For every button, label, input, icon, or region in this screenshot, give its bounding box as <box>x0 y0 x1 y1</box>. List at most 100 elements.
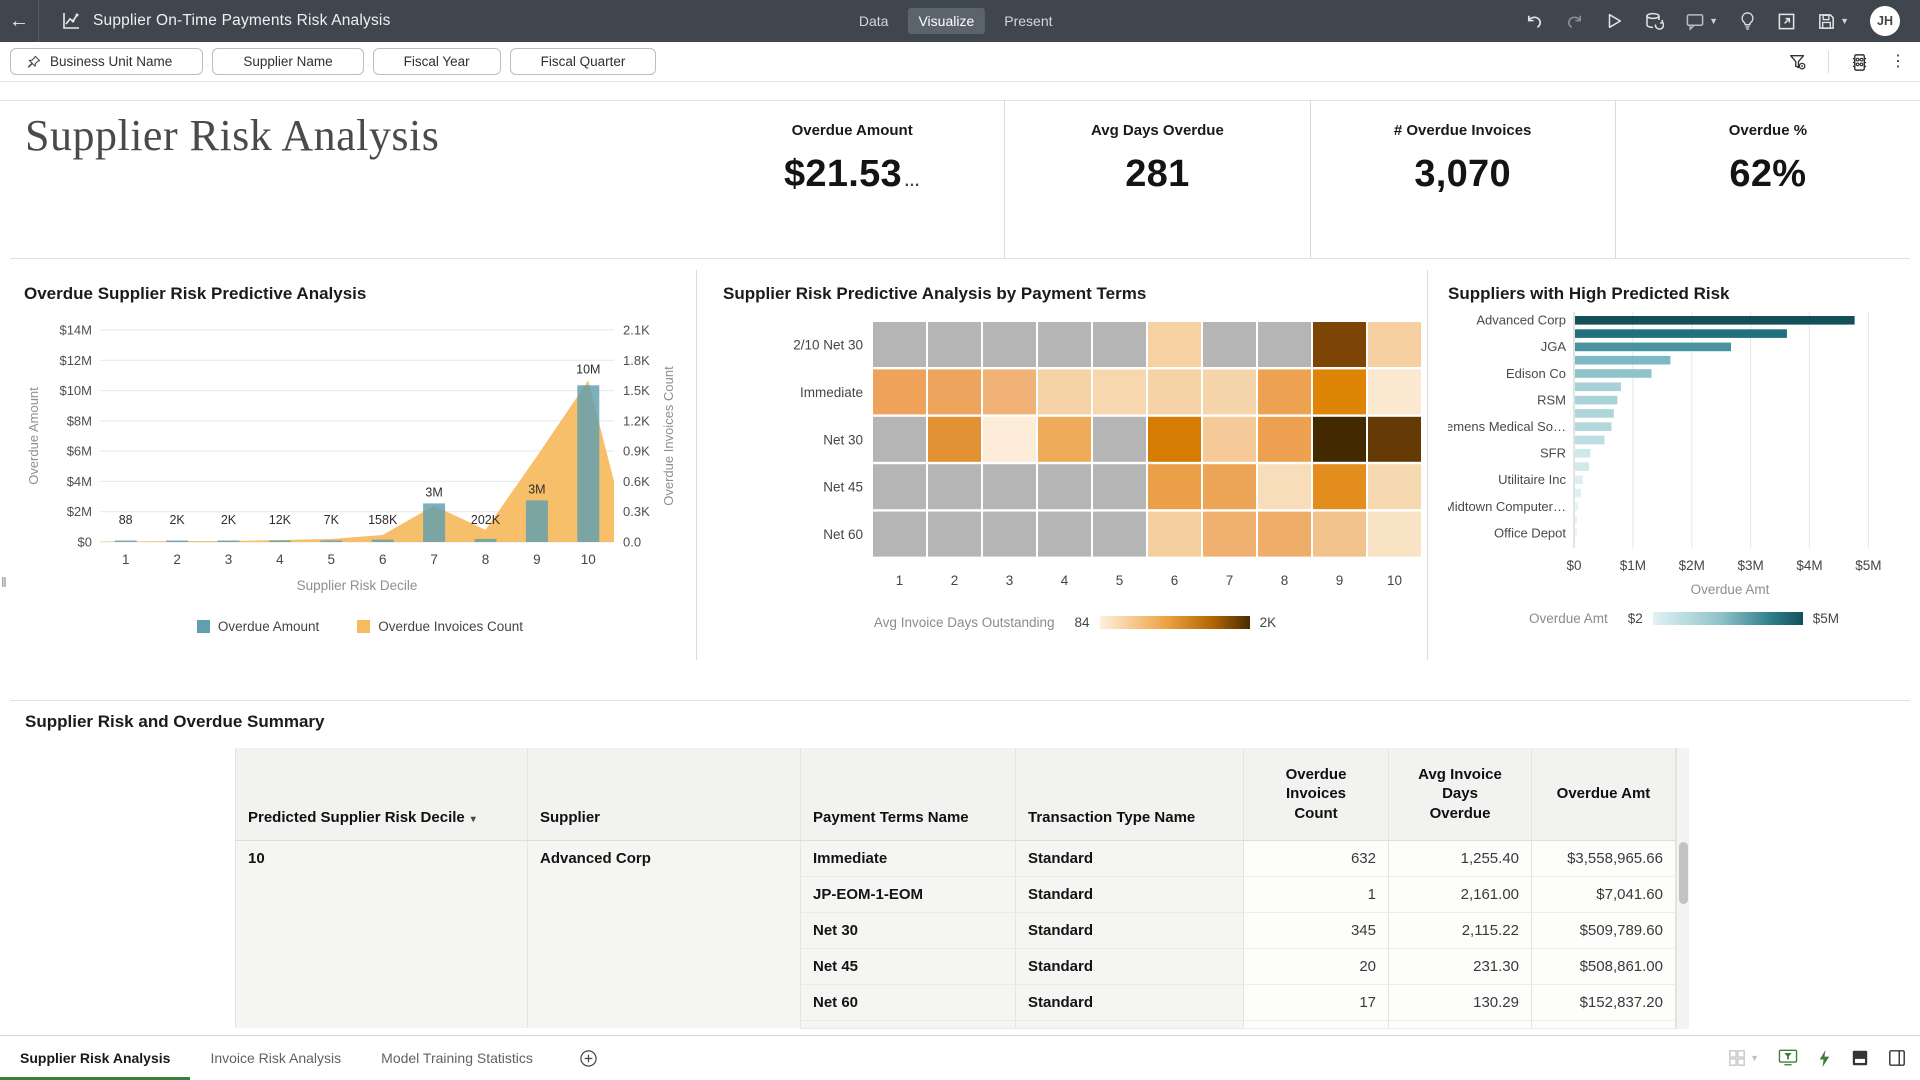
table-row[interactable]: 10Advanced CorpImmediateStandard6321,255… <box>236 840 1676 876</box>
supplier-bar[interactable] <box>1575 516 1577 525</box>
heatmap-cell[interactable] <box>1258 417 1311 462</box>
heatmap-cell[interactable] <box>1258 464 1311 509</box>
grid-view-caret-icon[interactable]: ▼ <box>1750 1053 1759 1063</box>
heatmap-cell[interactable] <box>983 322 1036 367</box>
supplier-bar[interactable] <box>1575 489 1581 498</box>
auto-apply-icon[interactable] <box>1817 1049 1832 1068</box>
table-cell[interactable]: Standard <box>1016 948 1244 984</box>
table-cell[interactable]: 1 <box>1244 876 1389 912</box>
kpi-overdue-invoices[interactable]: # Overdue Invoices 3,070 <box>1310 100 1615 258</box>
heatmap-cell[interactable] <box>1093 417 1146 462</box>
canvas-tab-model-training[interactable]: Model Training Statistics <box>361 1036 553 1080</box>
heatmap-cell[interactable] <box>1368 512 1421 557</box>
heatmap-cell[interactable] <box>1368 322 1421 367</box>
column-header[interactable]: Transaction Type Name <box>1016 748 1244 840</box>
bar-overdue-amount[interactable] <box>218 541 240 543</box>
preview-play-icon[interactable] <box>1605 12 1623 30</box>
table-cell[interactable]: 17 <box>1244 984 1389 1020</box>
undo-icon[interactable] <box>1525 12 1544 31</box>
table-cell[interactable]: 345 <box>1244 912 1389 948</box>
table-cell[interactable]: Immediate <box>801 840 1016 876</box>
heatmap-cell[interactable] <box>983 464 1036 509</box>
table-cell[interactable]: $509,789.60 <box>1532 912 1676 948</box>
heatmap-cell[interactable] <box>1038 464 1091 509</box>
canvas-resize-handle[interactable]: ‖ <box>1 574 6 590</box>
heatmap-cell[interactable] <box>983 512 1036 557</box>
heatmap-cell[interactable] <box>873 417 926 462</box>
canvas-tab-invoice-risk[interactable]: Invoice Risk Analysis <box>190 1036 361 1080</box>
save-caret-icon[interactable]: ▼ <box>1840 16 1849 26</box>
grid-view-icon[interactable]: ▼ <box>1728 1049 1759 1067</box>
heatmap-cell[interactable] <box>928 369 981 414</box>
supplier-bar[interactable] <box>1575 356 1670 365</box>
bar-overdue-amount[interactable] <box>166 541 188 543</box>
supplier-bar[interactable] <box>1575 383 1621 392</box>
table-cell[interactable]: 130.29 <box>1389 984 1532 1020</box>
heatmap-cell[interactable] <box>1258 322 1311 367</box>
heatmap-cell[interactable] <box>1368 417 1421 462</box>
heatmap-cell[interactable] <box>1093 512 1146 557</box>
save-icon[interactable]: ▼ <box>1817 12 1849 31</box>
heatmap-cell[interactable] <box>1093 464 1146 509</box>
sort-desc-icon[interactable]: ▾ <box>471 814 476 825</box>
table-cell[interactable]: Standard <box>1016 876 1244 912</box>
supplier-bar[interactable] <box>1575 476 1583 485</box>
table-cell[interactable]: Net 45 <box>801 948 1016 984</box>
tab-visualize[interactable]: Visualize <box>907 8 985 34</box>
back-button[interactable]: ← <box>0 0 38 42</box>
bar-overdue-amount[interactable] <box>372 540 394 542</box>
heatmap-cell[interactable] <box>928 322 981 367</box>
table-cell[interactable]: Net 30 <box>801 912 1016 948</box>
supplier-bar[interactable] <box>1575 462 1589 471</box>
table-cell[interactable]: 231.30 <box>1389 948 1532 984</box>
supplier-bar[interactable] <box>1575 396 1617 405</box>
kpi-overdue-percent[interactable]: Overdue % 62% <box>1615 100 1920 258</box>
table-cell[interactable]: Net 60 <box>801 984 1016 1020</box>
heatmap-cell[interactable] <box>1148 417 1201 462</box>
comment-caret-icon[interactable]: ▼ <box>1709 16 1718 26</box>
heatmap-cell[interactable] <box>873 369 926 414</box>
heatmap-cell[interactable] <box>1038 417 1091 462</box>
tab-data[interactable]: Data <box>848 8 900 34</box>
filter-settings-icon[interactable] <box>1788 52 1808 72</box>
layout-panel-bottom-icon[interactable] <box>1851 1049 1869 1067</box>
bar-overdue-amount[interactable] <box>577 385 599 542</box>
supplier-bar[interactable] <box>1575 369 1652 378</box>
heatmap-cell[interactable] <box>1038 369 1091 414</box>
add-canvas-icon[interactable] <box>579 1049 598 1068</box>
redo-icon[interactable] <box>1565 12 1584 31</box>
refresh-data-icon[interactable] <box>1644 11 1664 31</box>
bar-overdue-amount[interactable] <box>320 541 342 543</box>
legend-overdue-invoices-count[interactable]: Overdue Invoices Count <box>357 619 523 634</box>
heatmap-cell[interactable] <box>928 464 981 509</box>
canvas-tab-supplier-risk[interactable]: Supplier Risk Analysis <box>0 1036 190 1080</box>
heatmap-cell[interactable] <box>1203 369 1256 414</box>
heatmap-cell[interactable] <box>1313 464 1366 509</box>
heatmap-cell[interactable] <box>1038 512 1091 557</box>
column-header[interactable]: Avg InvoiceDaysOverdue <box>1389 748 1532 840</box>
heatmap-cell[interactable] <box>1203 417 1256 462</box>
table-cell[interactable]: 2,161.00 <box>1389 876 1532 912</box>
heatmap-cell[interactable] <box>1258 369 1311 414</box>
supplier-bar[interactable] <box>1575 422 1611 431</box>
column-header[interactable]: Supplier <box>528 748 801 840</box>
supplier-bar[interactable] <box>1575 316 1855 325</box>
heatmap-cell[interactable] <box>1203 322 1256 367</box>
heatmap-cell[interactable] <box>1313 417 1366 462</box>
legend-overdue-amount[interactable]: Overdue Amount <box>197 619 319 634</box>
table-cell[interactable]: Standard <box>1016 840 1244 876</box>
heatmap-cell[interactable] <box>1148 512 1201 557</box>
table-cell[interactable]: 632 <box>1244 840 1389 876</box>
supplier-bar[interactable] <box>1575 449 1590 458</box>
heatmap-cell[interactable] <box>1313 369 1366 414</box>
table-cell[interactable]: JP-EOM-1-EOM <box>801 876 1016 912</box>
table-scrollbar[interactable] <box>1676 748 1689 1029</box>
heatmap-cell[interactable] <box>1148 322 1201 367</box>
heatmap-cell[interactable] <box>1313 512 1366 557</box>
bar-overdue-amount[interactable] <box>475 539 497 542</box>
column-header[interactable]: Overdue Amt <box>1532 748 1676 840</box>
heatmap-cell[interactable] <box>1368 464 1421 509</box>
heatmap-cell[interactable] <box>1313 322 1366 367</box>
heatmap-cell[interactable] <box>873 464 926 509</box>
kpi-avg-days-overdue[interactable]: Avg Days Overdue 281 <box>1004 100 1309 258</box>
